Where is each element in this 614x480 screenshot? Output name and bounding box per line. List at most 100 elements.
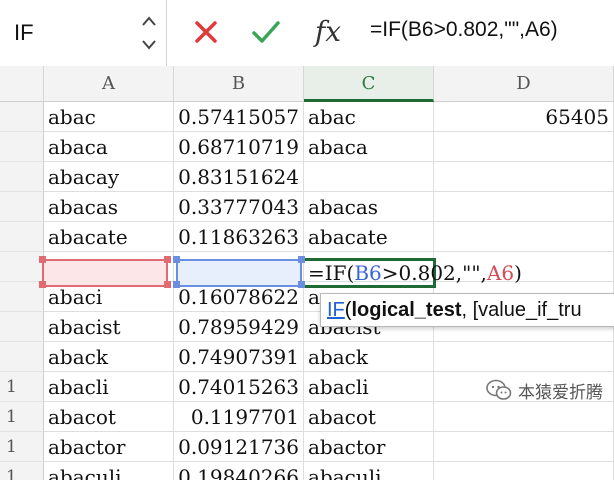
formula-input[interactable]: =IF(B6>0.802,"",A6) (370, 18, 558, 42)
cell-a[interactable]: abacate (44, 222, 174, 252)
cell-a[interactable]: abacli (44, 372, 174, 402)
cell-value: aback (48, 345, 108, 369)
cell-value: abacas (308, 195, 379, 219)
cell-c[interactable]: aback (304, 342, 434, 372)
cell-a[interactable]: abac (44, 102, 174, 132)
cell-value (609, 165, 613, 189)
cell-c[interactable]: abaca (304, 132, 434, 162)
row-header[interactable] (0, 342, 44, 372)
cell-b[interactable]: 0.33777043 (174, 192, 304, 222)
row-header[interactable] (0, 312, 44, 342)
column-header-b[interactable]: B (174, 66, 304, 102)
cell-a[interactable]: abacay (44, 162, 174, 192)
confirm-button[interactable] (249, 16, 283, 48)
cell-a[interactable]: aback (44, 342, 174, 372)
cell-value (609, 225, 613, 249)
cell-b[interactable]: 0.19840266 (174, 462, 304, 480)
name-box[interactable]: IF (0, 0, 167, 66)
cell-value: abacas (48, 195, 119, 219)
tooltip-current-arg[interactable]: logical_test (351, 299, 461, 321)
cell-value: 65405 (545, 105, 609, 129)
resize-handle[interactable] (164, 281, 171, 288)
cell-c[interactable]: abacot (304, 402, 434, 432)
cell-d[interactable] (434, 192, 614, 222)
cell-value: abacot (48, 405, 116, 429)
cell-value: abactor (308, 435, 386, 459)
cell-d[interactable] (434, 432, 614, 462)
resize-handle[interactable] (39, 281, 46, 288)
resize-handle[interactable] (298, 256, 305, 263)
formula-ref-b6: B6 (354, 261, 382, 285)
cell-b[interactable]: 0.74907391 (174, 342, 304, 372)
cell-a[interactable]: abaculi (44, 462, 174, 480)
reference-highlight-b6 (176, 259, 302, 287)
cell-value: abac (308, 105, 356, 129)
row-number: 1 (6, 407, 17, 427)
column-header-a[interactable]: A (44, 66, 174, 102)
row-header[interactable]: 1 (0, 372, 44, 402)
insert-function-button[interactable]: fx (310, 12, 346, 52)
select-all-corner[interactable] (0, 66, 44, 102)
cell-d[interactable] (434, 222, 614, 252)
cell-b[interactable]: 0.57415057 (174, 102, 304, 132)
cell-c[interactable]: abacli (304, 372, 434, 402)
cell-c[interactable]: abac (304, 102, 434, 132)
column-header-c[interactable]: C (304, 66, 434, 102)
cell-d[interactable]: 65405 (434, 102, 614, 132)
cell-c[interactable]: abaculi (304, 462, 434, 480)
cell-value: 0.68710719 (178, 135, 299, 159)
row-header[interactable] (0, 252, 44, 282)
cell-b[interactable]: 0.1197701 (174, 402, 304, 432)
cancel-button[interactable] (190, 16, 222, 48)
cell-c[interactable]: abacate (304, 222, 434, 252)
tooltip-function-link[interactable]: IF (327, 299, 345, 321)
cell-value: 0.83151624 (178, 165, 299, 189)
resize-handle[interactable] (298, 281, 305, 288)
resize-handle[interactable] (173, 281, 180, 288)
cell-d[interactable] (434, 132, 614, 162)
formula-bar: IF fx =IF(B6>0.802,"",A6) (0, 0, 614, 67)
formula-part: >0.802,"", (381, 261, 487, 285)
cell-c[interactable]: abactor (304, 432, 434, 462)
row-header[interactable]: 1 (0, 402, 44, 432)
cell-value: 0.78959429 (178, 315, 299, 339)
cell-d[interactable] (434, 342, 614, 372)
cell-a[interactable]: abactor (44, 432, 174, 462)
row-header[interactable] (0, 282, 44, 312)
column-header-d[interactable]: D (434, 66, 614, 102)
row-header[interactable] (0, 132, 44, 162)
row-header[interactable] (0, 222, 44, 252)
cell-value (609, 135, 613, 159)
cell-d[interactable] (434, 402, 614, 432)
cell-value: 0.74015263 (178, 375, 299, 399)
cell-d[interactable] (434, 462, 614, 480)
cell-c[interactable] (304, 162, 434, 192)
row-header[interactable] (0, 102, 44, 132)
cell-b[interactable]: 0.83151624 (174, 162, 304, 192)
cell-value: abactor (48, 435, 126, 459)
resize-handle[interactable] (164, 256, 171, 263)
cell-edit-formula[interactable]: =IF(B6>0.802,"",A6) (308, 258, 522, 288)
cell-a[interactable]: abaca (44, 132, 174, 162)
cell-value (609, 345, 613, 369)
cell-b[interactable]: 0.78959429 (174, 312, 304, 342)
row-header[interactable] (0, 162, 44, 192)
cell-d[interactable] (434, 162, 614, 192)
resize-handle[interactable] (39, 256, 46, 263)
row-header[interactable] (0, 192, 44, 222)
resize-handle[interactable] (173, 256, 180, 263)
cell-value: abaci (48, 285, 103, 309)
cell-b[interactable]: 0.74015263 (174, 372, 304, 402)
cell-a[interactable]: abacist (44, 312, 174, 342)
cell-value: abacli (48, 375, 109, 399)
cell-b[interactable]: 0.68710719 (174, 132, 304, 162)
cell-b[interactable]: 0.09121736 (174, 432, 304, 462)
cell-a[interactable]: abacas (44, 192, 174, 222)
stepper-icon[interactable] (140, 12, 158, 54)
cell-c[interactable]: abacas (304, 192, 434, 222)
row-number: 1 (6, 467, 17, 480)
cell-b[interactable]: 0.11863263 (174, 222, 304, 252)
row-header[interactable]: 1 (0, 432, 44, 462)
cell-a[interactable]: abacot (44, 402, 174, 432)
row-header[interactable]: 1 (0, 462, 44, 480)
